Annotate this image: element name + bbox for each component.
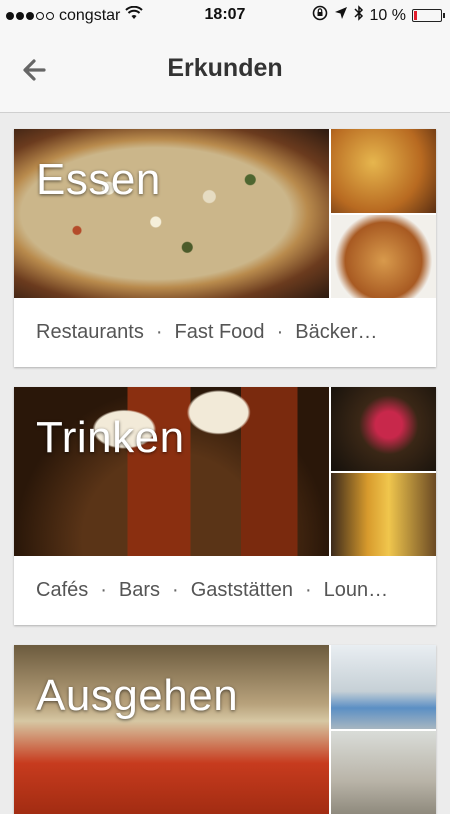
- subcategory-links: Cafés · Bars · Gaststätten · Loun…: [14, 556, 436, 625]
- gym-image: [331, 645, 436, 729]
- beer-glasses-image: [331, 473, 436, 557]
- bluetooth-icon: [354, 5, 364, 26]
- card-media[interactable]: Essen: [14, 129, 436, 298]
- pasta-dish-image: [331, 215, 436, 299]
- cocktail-image: [331, 387, 436, 471]
- category-card-ausgehen[interactable]: Ausgehen: [14, 645, 436, 814]
- venue-image[interactable]: Ausgehen: [14, 645, 329, 814]
- link-gaststaetten[interactable]: Gaststätten: [191, 579, 293, 602]
- card-title: Ausgehen: [36, 671, 238, 721]
- link-fast-food[interactable]: Fast Food: [175, 321, 265, 344]
- subcategory-links: Restaurants · Fast Food · Bäcker…: [14, 298, 436, 367]
- fitness-image: [331, 731, 436, 814]
- side-images: [331, 129, 436, 298]
- category-card-essen[interactable]: Essen Restaurants · Fast Food · Bäcker…: [14, 129, 436, 367]
- link-cafes[interactable]: Cafés: [36, 579, 88, 602]
- beer-image[interactable]: Trinken: [14, 387, 329, 556]
- page-title: Erkunden: [0, 54, 450, 83]
- battery-icon: [412, 9, 442, 22]
- separator-dot: ·: [305, 579, 312, 602]
- card-media[interactable]: Ausgehen: [14, 645, 436, 814]
- location-icon: [334, 6, 348, 25]
- status-bar: congstar 18:07 10 %: [0, 0, 450, 30]
- separator-dot: ·: [172, 579, 179, 602]
- rice-dish-image: [331, 129, 436, 213]
- navigation-bar: Erkunden: [0, 30, 450, 113]
- link-baecker[interactable]: Bäcker…: [295, 321, 377, 344]
- battery-label: 10 %: [370, 7, 406, 25]
- category-card-trinken[interactable]: Trinken Cafés · Bars · Gaststätten · Lou…: [14, 387, 436, 625]
- side-images: [331, 645, 436, 814]
- separator-dot: ·: [100, 579, 107, 602]
- status-icons: 10 %: [312, 5, 442, 26]
- link-bars[interactable]: Bars: [119, 579, 160, 602]
- link-restaurants[interactable]: Restaurants: [36, 321, 144, 344]
- side-images: [331, 387, 436, 556]
- card-title: Essen: [36, 155, 161, 205]
- link-lounges[interactable]: Loun…: [324, 579, 389, 602]
- card-media[interactable]: Trinken: [14, 387, 436, 556]
- card-title: Trinken: [36, 413, 185, 463]
- pizza-image[interactable]: Essen: [14, 129, 329, 298]
- rotation-lock-icon: [312, 5, 328, 26]
- battery-level: [414, 11, 417, 20]
- separator-dot: ·: [156, 321, 163, 344]
- separator-dot: ·: [277, 321, 284, 344]
